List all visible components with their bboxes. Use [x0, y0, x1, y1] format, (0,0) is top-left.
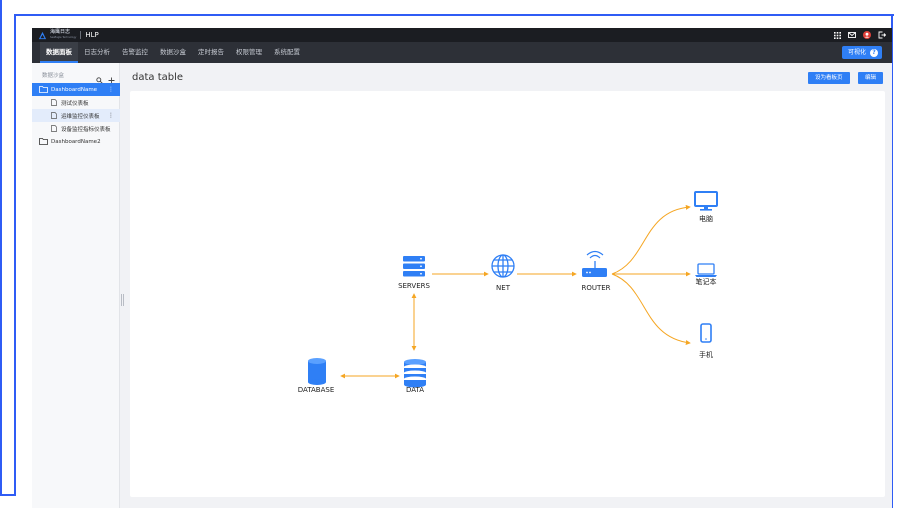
- help-circle-icon: ?: [870, 48, 878, 57]
- menu-item-system-config[interactable]: 系统配置: [268, 42, 306, 63]
- more-vertical-icon[interactable]: ⋮: [108, 86, 114, 93]
- node-label-net: NET: [496, 284, 510, 292]
- folder-icon: [39, 138, 48, 145]
- tree-file-device-dashboard[interactable]: 设备监控指标仪表板: [32, 122, 120, 135]
- mail-icon[interactable]: [848, 31, 856, 39]
- node-label-phone: 手机: [699, 351, 713, 359]
- node-label-computer: 电脑: [699, 215, 713, 223]
- main-menu: 数据面板 日志分析 告警监控 数据沙盒 定时报告 权限管理 系统配置: [40, 42, 306, 63]
- logo-text: 海鹰日志 SeaEagle Technology: [50, 29, 77, 40]
- diagram-edges: [340, 204, 691, 379]
- logo-divider: [80, 31, 82, 39]
- laptop-icon[interactable]: [695, 263, 717, 277]
- set-home-button[interactable]: 设为看板页: [808, 72, 850, 84]
- diagram-canvas: SERVERS NET ROUTER 电脑 笔记本 手机 DATABASE DA…: [130, 91, 885, 497]
- tree-item-label: DashboardName2: [51, 138, 101, 145]
- sidebar-search-input[interactable]: 数据沙盒: [42, 71, 64, 79]
- menu-bar: 数据面板 日志分析 告警监控 数据沙盒 定时报告 权限管理 系统配置 可视化 ?: [32, 42, 892, 63]
- menu-item-permissions[interactable]: 权限管理: [230, 42, 268, 63]
- logo[interactable]: 海鹰日志 SeaEagle Technology HLP: [38, 30, 99, 40]
- tree-file-test-dashboard[interactable]: 测试仪表板: [32, 96, 120, 109]
- page-title: data table: [132, 72, 184, 83]
- folder-icon: [39, 86, 48, 93]
- apps-grid-icon[interactable]: [833, 31, 841, 39]
- file-icon: [51, 112, 57, 119]
- router-icon[interactable]: [582, 250, 607, 278]
- logo-icon: [38, 31, 47, 39]
- node-label-servers: SERVERS: [398, 282, 430, 290]
- tree-folder-dashboardname2[interactable]: DashboardName2: [32, 135, 120, 148]
- menu-item-data-sandbox[interactable]: 数据沙盒: [154, 42, 192, 63]
- top-bar: 海鹰日志 SeaEagle Technology HLP: [32, 28, 892, 42]
- database-stack-icon[interactable]: [404, 359, 426, 388]
- smartphone-icon[interactable]: [700, 323, 712, 343]
- tree-item-label: 设备监控指标仪表板: [61, 126, 111, 133]
- user-avatar-icon[interactable]: [863, 31, 871, 39]
- edge-router-computer: [611, 204, 691, 275]
- file-icon: [51, 125, 57, 132]
- monitor-icon[interactable]: [694, 191, 718, 211]
- tree-item-label: 测试仪表板: [61, 100, 89, 107]
- more-vertical-icon[interactable]: ⋮: [108, 112, 114, 119]
- node-label-data: DATA: [405, 386, 425, 394]
- tree-file-ops-dashboard[interactable]: 运维监控仪表板 ⋮: [32, 109, 120, 122]
- top-icons: [833, 31, 886, 39]
- server-rack-icon[interactable]: [403, 256, 425, 277]
- tree-item-label: DashboardName: [51, 86, 98, 93]
- globe-icon[interactable]: [491, 254, 515, 278]
- database-icon[interactable]: [308, 358, 326, 385]
- edit-button[interactable]: 编辑: [858, 72, 884, 84]
- menu-item-dashboard[interactable]: 数据面板: [40, 42, 78, 63]
- menu-item-scheduled-report[interactable]: 定时报告: [192, 42, 230, 63]
- tree-folder-dashboardname[interactable]: DashboardName ⋮: [32, 83, 120, 96]
- sidebar: 数据沙盒 DashboardName ⋮ 测试仪表板 运维监控仪表板 ⋮ 设备监…: [32, 63, 120, 508]
- edge-router-phone: [611, 273, 691, 345]
- topology-diagram: [308, 191, 718, 388]
- node-label-database: DATABASE: [297, 386, 335, 394]
- app-name: HLP: [85, 31, 99, 39]
- logout-icon[interactable]: [878, 31, 886, 39]
- menu-item-log-analysis[interactable]: 日志分析: [78, 42, 116, 63]
- tree-item-label: 运维监控仪表板: [61, 113, 100, 120]
- file-icon: [51, 99, 57, 106]
- sidebar-resize-handle[interactable]: [121, 294, 124, 306]
- node-label-laptop: 笔记本: [695, 278, 717, 286]
- logo-subtext: SeaEagle Technology: [50, 36, 77, 39]
- node-label-router: ROUTER: [581, 284, 611, 292]
- visualize-label: 可视化: [847, 49, 866, 56]
- visualize-button[interactable]: 可视化 ?: [841, 46, 882, 59]
- app-window: 海鹰日志 SeaEagle Technology HLP 数据面板 日志分析 告…: [32, 28, 892, 508]
- menu-item-alert-monitor[interactable]: 告警监控: [116, 42, 154, 63]
